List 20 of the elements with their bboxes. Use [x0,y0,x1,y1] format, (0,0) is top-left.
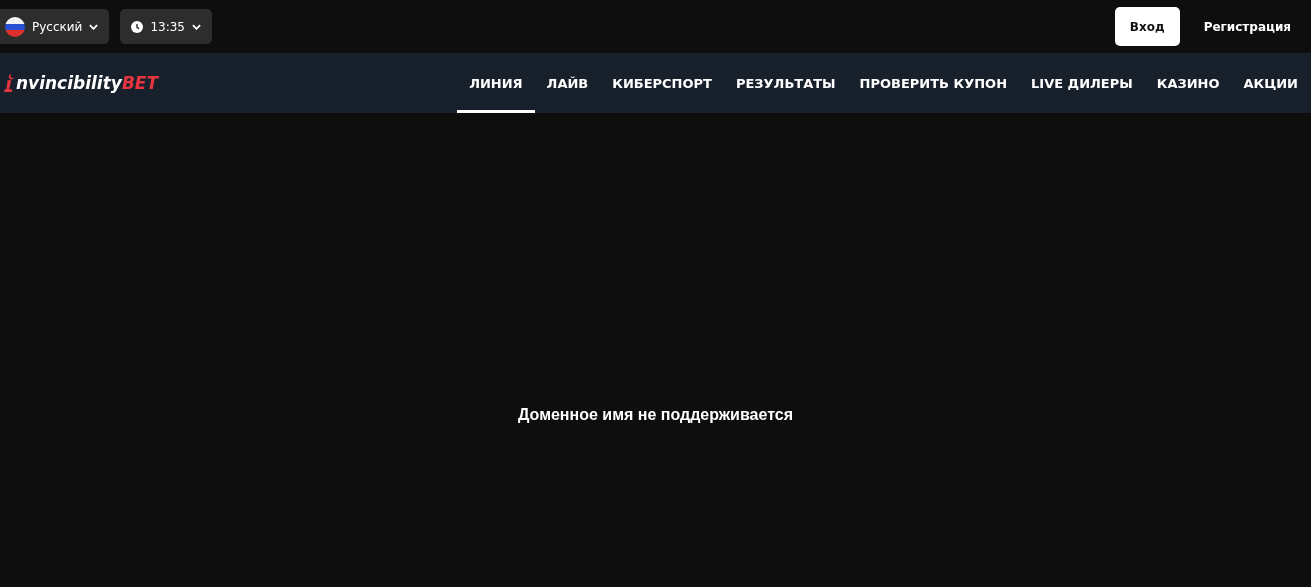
login-button[interactable]: Вход [1114,7,1180,46]
nav-tab[interactable]: ПРОВЕРИТЬ КУПОН [847,53,1019,113]
logo-text: nvincibility [16,73,122,93]
nav-tab[interactable]: LIVE ДИЛЕРЫ [1019,53,1145,113]
nav-tab[interactable]: ЛИНИЯ [457,53,535,113]
error-message: Доменное имя не поддерживается [517,406,793,424]
time-button[interactable]: 13:35 [120,9,212,44]
nav-tab[interactable]: ЛАЙВ [534,53,601,113]
nav-tab[interactable]: КИБЕРСПОРТ [600,53,724,113]
chevron-down-icon [89,23,99,30]
logo-text: BET [121,73,159,93]
logo-icon [4,73,15,93]
nav-tab[interactable]: АКЦИИ [1231,53,1310,113]
nav-tab[interactable]: РЕЗУЛЬТАТЫ [723,53,848,113]
clock-icon [131,20,144,33]
language-button[interactable]: Русский [0,9,110,44]
nav-tab[interactable]: КАЗИНО [1144,53,1232,113]
chevron-down-icon [192,23,201,30]
register-button[interactable]: Регистрация [1183,19,1303,34]
flag-icon [5,16,25,37]
